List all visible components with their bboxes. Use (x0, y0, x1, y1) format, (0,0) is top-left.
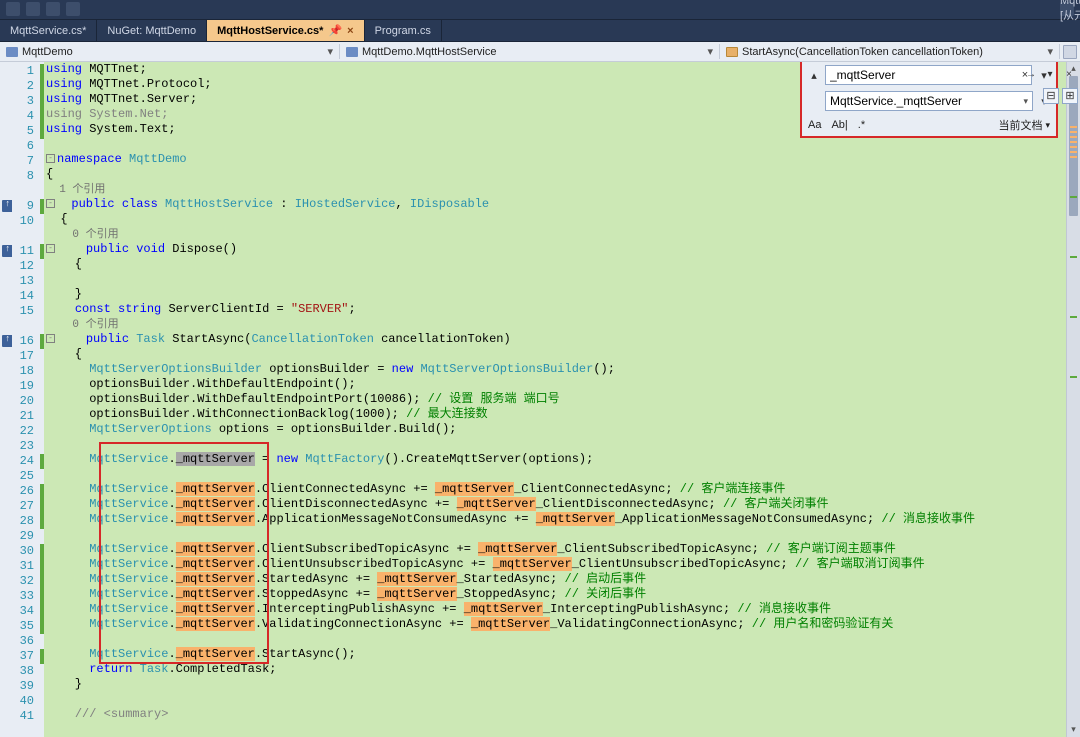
code-line-7[interactable]: -namespace MqttDemo (44, 152, 1080, 167)
class-icon (346, 47, 358, 57)
code-line-23[interactable] (44, 437, 1080, 452)
regex-toggle[interactable]: .* (858, 119, 865, 131)
code-line-13[interactable] (44, 272, 1080, 287)
close-icon[interactable]: × (347, 25, 353, 37)
code-line-35[interactable]: MqttService._mqttServer.ValidatingConnec… (44, 617, 1080, 632)
metadata-label: MqttServer [从元数据] × (1060, 2, 1074, 16)
tab-mqttservice-cs-[interactable]: MqttService.cs* (0, 20, 97, 41)
code-line-9[interactable]: - public class MqttHostService : IHosted… (44, 197, 1080, 212)
nav-project[interactable]: MqttDemo ▾ (0, 44, 340, 59)
tool-btn[interactable] (66, 2, 80, 16)
outline-toggle[interactable]: - (46, 334, 55, 343)
find-input[interactable] (825, 65, 1032, 85)
code-line-34[interactable]: MqttService._mqttServer.InterceptingPubl… (44, 602, 1080, 617)
code-line-ref[interactable]: 1 个引用 (44, 182, 1080, 197)
code-line-27[interactable]: MqttService._mqttServer.ClientDisconnect… (44, 497, 1080, 512)
tab-program-cs[interactable]: Program.cs (365, 20, 442, 41)
top-toolbar: MqttServer [从元数据] × (0, 0, 1080, 20)
code-line-32[interactable]: MqttService._mqttServer.StartedAsync += … (44, 572, 1080, 587)
code-line-15[interactable]: const string ServerClientId = "SERVER"; (44, 302, 1080, 317)
code-line-11[interactable]: - public void Dispose() (44, 242, 1080, 257)
editor-tabs: MqttService.cs*NuGet: MqttDemoMqttHostSe… (0, 20, 1080, 42)
replace-input[interactable]: MqttService._mqttServer ▾ (825, 91, 1033, 111)
code-line-12[interactable]: { (44, 257, 1080, 272)
outline-toggle[interactable]: - (46, 199, 55, 208)
tool-btn[interactable] (6, 2, 20, 16)
outline-toggle[interactable]: - (46, 154, 55, 163)
code-line-31[interactable]: MqttService._mqttServer.ClientUnsubscrib… (44, 557, 1080, 572)
code-line-6[interactable] (44, 137, 1080, 152)
code-line-10[interactable]: { (44, 212, 1080, 227)
code-line-26[interactable]: MqttService._mqttServer.ClientConnectedA… (44, 482, 1080, 497)
nav-method[interactable]: StartAsync(CancellationToken cancellatio… (720, 44, 1060, 59)
chevron-down-icon: ▾ (707, 45, 713, 58)
code-line-21[interactable]: optionsBuilder.WithConnectionBacklog(100… (44, 407, 1080, 422)
code-line-ref[interactable]: 0 个引用 (44, 227, 1080, 242)
close-find-button[interactable]: × (1061, 67, 1077, 83)
code-line-40[interactable] (44, 692, 1080, 707)
vertical-scrollbar[interactable]: ▴ ▾ (1066, 62, 1080, 737)
tool-btn[interactable] (46, 2, 60, 16)
chevron-up-icon[interactable]: ▴ (806, 67, 822, 83)
tool-btn[interactable] (26, 2, 40, 16)
code-line-ref[interactable]: 0 个引用 (44, 317, 1080, 332)
replace-all-button[interactable]: ⊞ (1062, 88, 1078, 104)
find-nav-buttons: → ▾ × (1020, 64, 1080, 86)
code-line-28[interactable]: MqttService._mqttServer.ApplicationMessa… (44, 512, 1080, 527)
code-line-8[interactable]: { (44, 167, 1080, 182)
split-icon[interactable] (1063, 45, 1077, 59)
code-line-16[interactable]: - public Task StartAsync(CancellationTok… (44, 332, 1080, 347)
dropdown-icon[interactable]: ▾ (1042, 67, 1058, 83)
code-line-33[interactable]: MqttService._mqttServer.StoppedAsync += … (44, 587, 1080, 602)
code-line-41[interactable]: /// <summary> (44, 707, 1080, 722)
method-icon (726, 47, 738, 57)
whole-word-toggle[interactable]: Ab| (831, 119, 847, 131)
code-line-37[interactable]: MqttService._mqttServer.StartAsync(); (44, 647, 1080, 662)
code-line-38[interactable]: return Task.CompletedTask; (44, 662, 1080, 677)
code-editor[interactable]: using MQTTnet;using MQTTnet.Protocol;usi… (44, 62, 1080, 737)
line-numbers: 1234567891011121314151617181920212223242… (12, 62, 40, 737)
chevron-down-icon: ▾ (1047, 45, 1053, 58)
nav-class[interactable]: MqttDemo.MqttHostService ▾ (340, 44, 720, 59)
code-line-25[interactable] (44, 467, 1080, 482)
code-line-17[interactable]: { (44, 347, 1080, 362)
nav-extra-icons (1060, 45, 1080, 59)
code-line-39[interactable]: } (44, 677, 1080, 692)
chevron-down-icon: ▾ (327, 45, 333, 58)
code-line-18[interactable]: MqttServerOptionsBuilder optionsBuilder … (44, 362, 1080, 377)
code-line-22[interactable]: MqttServerOptions options = optionsBuild… (44, 422, 1080, 437)
scroll-down-icon[interactable]: ▾ (1067, 723, 1080, 737)
spacer (806, 93, 822, 109)
scope-dropdown[interactable]: 当前文档 ▾ (998, 117, 1050, 133)
find-prev-button[interactable]: → (1023, 67, 1039, 83)
code-line-29[interactable] (44, 527, 1080, 542)
code-line-36[interactable] (44, 632, 1080, 647)
match-case-toggle[interactable]: Aa (808, 119, 821, 131)
code-line-24[interactable]: MqttService._mqttServer = new MqttFactor… (44, 452, 1080, 467)
code-line-14[interactable]: } (44, 287, 1080, 302)
code-line-30[interactable]: MqttService._mqttServer.ClientSubscribed… (44, 542, 1080, 557)
editor-main: 1234567891011121314151617181920212223242… (0, 62, 1080, 737)
csharp-icon (6, 47, 18, 57)
chevron-down-icon: ▾ (1023, 96, 1028, 107)
navigation-bar: MqttDemo ▾ MqttDemo.MqttHostService ▾ St… (0, 42, 1080, 62)
code-line-20[interactable]: optionsBuilder.WithDefaultEndpointPort(1… (44, 392, 1080, 407)
tab-mqtthostservice-cs-[interactable]: MqttHostService.cs*📌× (207, 20, 365, 41)
code-line-19[interactable]: optionsBuilder.WithDefaultEndpoint(); (44, 377, 1080, 392)
outline-toggle[interactable]: - (46, 244, 55, 253)
breakpoint-margin[interactable] (0, 62, 12, 737)
pin-icon[interactable]: 📌 (328, 24, 342, 37)
tab-nuget--mqttdemo[interactable]: NuGet: MqttDemo (97, 20, 207, 41)
replace-next-button[interactable]: ⊟ (1043, 88, 1059, 104)
